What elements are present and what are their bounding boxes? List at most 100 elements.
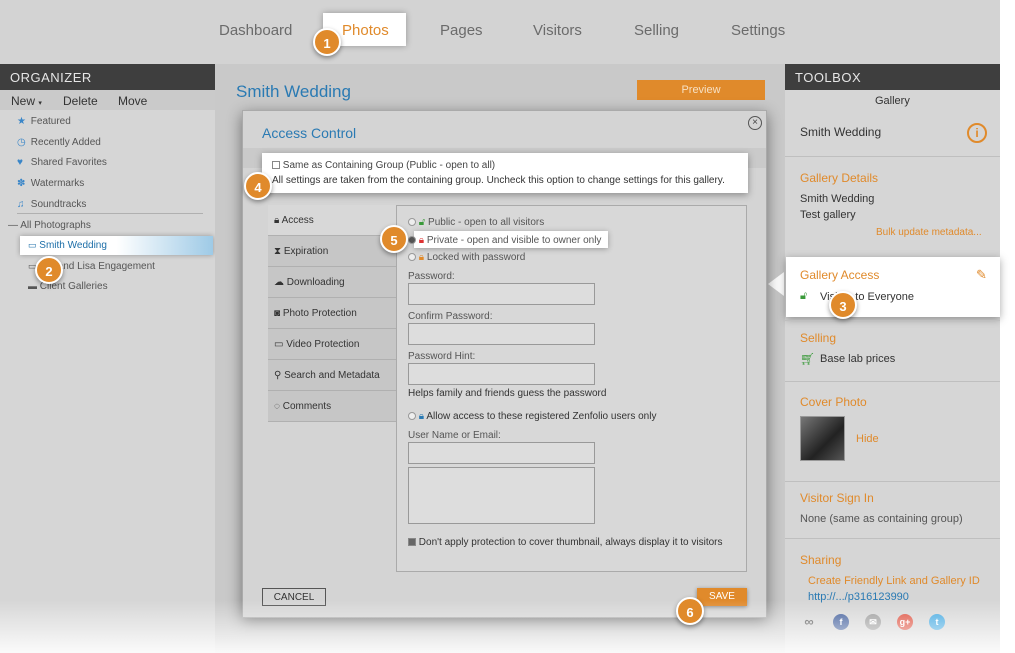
video-icon: ▭ [274, 339, 284, 350]
user-list-box[interactable] [408, 467, 595, 524]
visitor-signin-section [785, 481, 1000, 538]
org-watermarks[interactable]: ✽ Watermarks [17, 178, 84, 189]
close-icon[interactable]: × [748, 116, 762, 130]
confirm-password-field[interactable] [408, 323, 595, 345]
toolbox-header: TOOLBOX [785, 64, 1000, 90]
option-registered-users[interactable]: 🔒︎ Allow access to these registered Zenf… [408, 411, 656, 422]
toolbox-gallery-label: Gallery [875, 95, 910, 107]
delete-button[interactable]: Delete [63, 94, 98, 108]
tree-root[interactable]: — All Photographs [8, 220, 91, 231]
same-as-group-checkbox[interactable]: Same as Containing Group (Public - open … [272, 160, 495, 171]
cloud-download-icon: ☁ [274, 277, 284, 288]
info-icon[interactable]: i [967, 123, 987, 143]
password-hint-field[interactable] [408, 363, 595, 385]
hourglass-icon: ⧗ [274, 246, 282, 257]
collapse-icon: — [8, 220, 18, 231]
bulk-update-link[interactable]: Bulk update metadata... [876, 227, 982, 238]
nav-visitors[interactable]: Visitors [533, 22, 582, 39]
tree-item-client-galleries[interactable]: ▬ Client Galleries [28, 281, 108, 292]
org-featured[interactable]: ★ Featured [17, 116, 71, 127]
heart-icon: ♥ [17, 157, 23, 168]
nav-dashboard[interactable]: Dashboard [219, 22, 292, 39]
lock-icon: 🔒︎ [418, 235, 425, 246]
gallery-details-heading[interactable]: Gallery Details [800, 171, 878, 185]
password-field[interactable] [408, 283, 595, 305]
sharing-heading[interactable]: Sharing [800, 553, 841, 567]
star-icon: ★ [17, 116, 26, 127]
selling-section [785, 320, 1000, 380]
tab-photo-protection[interactable]: ◙ Photo Protection [268, 298, 396, 329]
folder-icon: ▬ [28, 281, 37, 291]
nav-settings[interactable]: Settings [731, 22, 785, 39]
user-name-field[interactable] [408, 442, 595, 464]
nav-selling[interactable]: Selling [634, 22, 679, 39]
user-name-label: User Name or Email: [408, 430, 501, 441]
visitor-signin-heading[interactable]: Visitor Sign In [800, 491, 874, 505]
same-as-group-highlight [262, 153, 748, 193]
unlock-icon: 🔓︎ [418, 217, 426, 228]
nav-pages[interactable]: Pages [440, 22, 483, 39]
option-private[interactable]: 🔒︎ Private - open and visible to owner o… [408, 235, 601, 246]
comment-icon: ◌ [274, 401, 280, 412]
gallery-access-section[interactable] [786, 257, 1000, 317]
password-label: Password: [408, 271, 455, 282]
step-badge-4: 4 [244, 172, 272, 200]
organizer-header: ORGANIZER [0, 64, 215, 90]
option-locked[interactable]: 🔒︎ Locked with password [408, 252, 525, 263]
pointer-arrow [768, 272, 784, 296]
move-button[interactable]: Move [118, 94, 147, 108]
radio[interactable] [408, 412, 416, 421]
music-note-icon: ♫ [17, 199, 25, 210]
option-public[interactable]: 🔓︎ Public - open to all visitors [408, 217, 544, 228]
radio[interactable] [408, 253, 416, 262]
cover-thumbnail[interactable] [800, 416, 845, 461]
gallery-icon: ▭ [28, 240, 37, 250]
toolbox-gallery-name: Smith Wedding [800, 125, 882, 139]
tab-search-metadata[interactable]: ⚲ Search and Metadata [268, 360, 396, 391]
friendly-link[interactable]: Create Friendly Link and Gallery ID [808, 575, 980, 587]
step-badge-6: 6 [676, 597, 704, 625]
divider [17, 213, 203, 214]
step-badge-3: 3 [829, 291, 857, 319]
checkbox-checked[interactable] [408, 538, 416, 547]
gallery-title: Smith Wedding [236, 82, 351, 101]
tab-comments[interactable]: ◌ Comments [268, 391, 396, 422]
lock-icon: 🔒︎ [418, 252, 425, 263]
signin-value: None (same as containing group) [800, 513, 963, 525]
tab-downloading[interactable]: ☁ Downloading [268, 267, 396, 298]
tab-expiration[interactable]: ⧗ Expiration [268, 236, 396, 267]
radio-selected[interactable] [408, 236, 416, 245]
new-button[interactable]: New ▾ [11, 94, 42, 108]
password-hint-label: Password Hint: [408, 351, 476, 362]
dialog-title: Access Control [262, 125, 357, 141]
radio[interactable] [408, 218, 416, 227]
hide-link[interactable]: Hide [856, 433, 879, 445]
step-badge-2: 2 [35, 256, 63, 284]
paw-icon: ✽ [17, 178, 26, 189]
tree-item-smith-wedding[interactable]: ▭ Smith Wedding [28, 240, 107, 251]
thumb-protection-checkbox[interactable]: Don't apply protection to cover thumbnai… [408, 537, 723, 548]
confirm-password-label: Confirm Password: [408, 311, 493, 322]
tab-video-protection[interactable]: ▭ Video Protection [268, 329, 396, 360]
selling-value: Base lab prices [820, 353, 896, 365]
checkbox[interactable] [272, 161, 280, 170]
unlock-icon: 🔓︎ [800, 290, 808, 302]
org-soundtracks[interactable]: ♫ Soundtracks [17, 199, 86, 210]
lock-icon: 🔒︎ [418, 411, 425, 422]
hint-help-text: Helps family and friends guess the passw… [408, 388, 607, 399]
org-recently-added[interactable]: ◷ Recently Added [17, 137, 101, 148]
gallery-access-heading: Gallery Access [800, 268, 880, 282]
cover-photo-heading[interactable]: Cover Photo [800, 395, 867, 409]
step-badge-5: 5 [380, 225, 408, 253]
search-icon: ⚲ [274, 370, 282, 381]
details-name: Smith Wedding [800, 193, 875, 205]
preview-button[interactable]: Preview [637, 80, 765, 100]
pencil-icon[interactable]: ✎ [976, 267, 987, 283]
selling-heading[interactable]: Selling [800, 331, 836, 345]
org-shared-favorites[interactable]: ♥ Shared Favorites [17, 157, 107, 168]
camera-icon: ◙ [274, 308, 281, 319]
tab-access[interactable]: 🔒︎ Access [268, 205, 396, 236]
bottom-fade [0, 600, 1015, 653]
organizer-toolbar: New ▾ Delete Move [0, 90, 215, 110]
step-badge-1: 1 [313, 28, 341, 56]
